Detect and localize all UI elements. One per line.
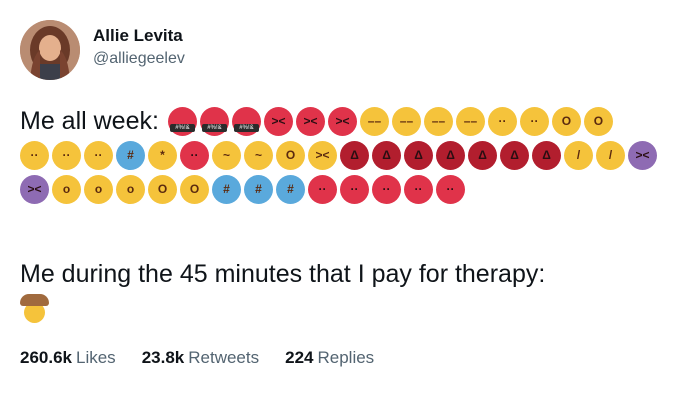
screaming-face-icon: O: [148, 174, 177, 204]
thermometer-face-icon: /: [564, 140, 593, 170]
anxious-sweat-face-icon: ··: [52, 140, 81, 170]
angry-red-face-icon: ><: [327, 106, 357, 136]
cold-blue-face-icon: #: [212, 174, 241, 204]
screaming-face-icon: O: [551, 106, 581, 136]
screaming-face-icon: O: [276, 140, 305, 170]
loudly-crying-face-icon: ~: [212, 140, 241, 170]
ogre-icon: Δ: [372, 140, 401, 170]
emoji-row-1: #%!& #%!& #%!& >< >< >< –– –– –– –– ·· ·· O O: [167, 106, 613, 136]
sad-relieved-face-icon: ··: [519, 106, 549, 136]
loudly-crying-face-icon: ~: [244, 140, 273, 170]
exploding-head-icon: *: [148, 140, 177, 170]
red-cold-face-icon: ··: [340, 174, 369, 204]
emoji-row-3: >< o o o O O # # # ·· ·· ·· ·· ··: [20, 174, 465, 204]
downcast-sweat-face-icon: ––: [359, 106, 389, 136]
purple-devil-icon: ><: [20, 174, 49, 204]
anxious-sweat-face-icon: ··: [84, 140, 113, 170]
avatar-photo-icon: [20, 20, 80, 80]
downcast-sweat-face-icon: ––: [455, 106, 485, 136]
enraged-face-cursing-icon: #%!&: [199, 106, 229, 136]
anxious-sweat-face-icon: ··: [20, 140, 49, 170]
yawning-face-icon: o: [116, 174, 145, 204]
tweet-line-1: Me all week: #%!& #%!& #%!& >< >< >< –– –– –– –– ·…: [20, 104, 685, 138]
red-cold-face-icon: ··: [404, 174, 433, 204]
cold-blue-face-icon: #: [276, 174, 305, 204]
ogre-icon: Δ: [500, 140, 529, 170]
downcast-sweat-face-icon: ––: [391, 106, 421, 136]
ogre-icon: Δ: [436, 140, 465, 170]
line1-label: Me all week:: [20, 107, 159, 135]
tweet-body: Me all week: #%!& #%!& #%!& >< >< >< –– –– –– –– ·…: [20, 104, 685, 206]
ogre-icon: Δ: [468, 140, 497, 170]
therapy-line: Me during the 45 minutes that I pay for …: [20, 260, 546, 288]
red-cold-face-icon: ··: [180, 140, 209, 170]
emoji-row-2: ·· ·· ·· # * ·· ~ ~ O >< Δ Δ Δ Δ Δ Δ Δ / / ><: [20, 140, 657, 170]
tweet-card: Allie Levita @alliegeelev Me all week: #…: [0, 0, 700, 411]
yawning-face-icon: o: [84, 174, 113, 204]
enraged-face-cursing-icon: #%!&: [231, 106, 261, 136]
red-cold-face-icon: ··: [372, 174, 401, 204]
tweet-stats: 260.6k Likes 23.8k Retweets 224 Replies: [20, 348, 374, 368]
replies-stat[interactable]: 224 Replies: [285, 348, 374, 368]
tired-face-icon: ><: [308, 140, 337, 170]
tweet-line-3: >< o o o O O # # # ·· ·· ·· ·· ··: [20, 172, 685, 206]
ogre-icon: Δ: [340, 140, 369, 170]
likes-count: 260.6k: [20, 348, 72, 367]
likes-label: Likes: [76, 348, 116, 367]
angry-red-face-icon: ><: [263, 106, 293, 136]
screaming-face-icon: O: [180, 174, 209, 204]
ogre-icon: Δ: [404, 140, 433, 170]
downcast-sweat-face-icon: ––: [423, 106, 453, 136]
red-cold-face-icon: ··: [308, 174, 337, 204]
red-cold-face-icon: ··: [436, 174, 465, 204]
purple-devil-icon: ><: [628, 140, 657, 170]
angry-red-face-icon: ><: [295, 106, 325, 136]
replies-label: Replies: [317, 348, 375, 367]
yawning-face-icon: o: [52, 174, 81, 204]
retweets-stat[interactable]: 23.8k Retweets: [142, 348, 259, 368]
cowboy-hat-face-icon: [20, 294, 49, 323]
tweet-line-2: ·· ·· ·· # * ·· ~ ~ O >< Δ Δ Δ Δ Δ Δ Δ / / ><: [20, 138, 685, 172]
avatar[interactable]: [20, 20, 80, 80]
sad-relieved-face-icon: ··: [487, 106, 517, 136]
retweets-label: Retweets: [188, 348, 260, 367]
cold-blue-face-icon: #: [244, 174, 273, 204]
screaming-face-icon: O: [583, 106, 613, 136]
enraged-face-cursing-icon: #%!&: [167, 106, 197, 136]
retweets-count: 23.8k: [141, 348, 185, 367]
display-name[interactable]: Allie Levita: [93, 26, 183, 46]
ogre-icon: Δ: [532, 140, 561, 170]
replies-count: 224: [285, 348, 314, 367]
cold-blue-face-icon: #: [116, 140, 145, 170]
user-handle[interactable]: @alliegeelev: [93, 50, 185, 68]
likes-stat[interactable]: 260.6k Likes: [20, 348, 116, 368]
thermometer-face-icon: /: [596, 140, 625, 170]
